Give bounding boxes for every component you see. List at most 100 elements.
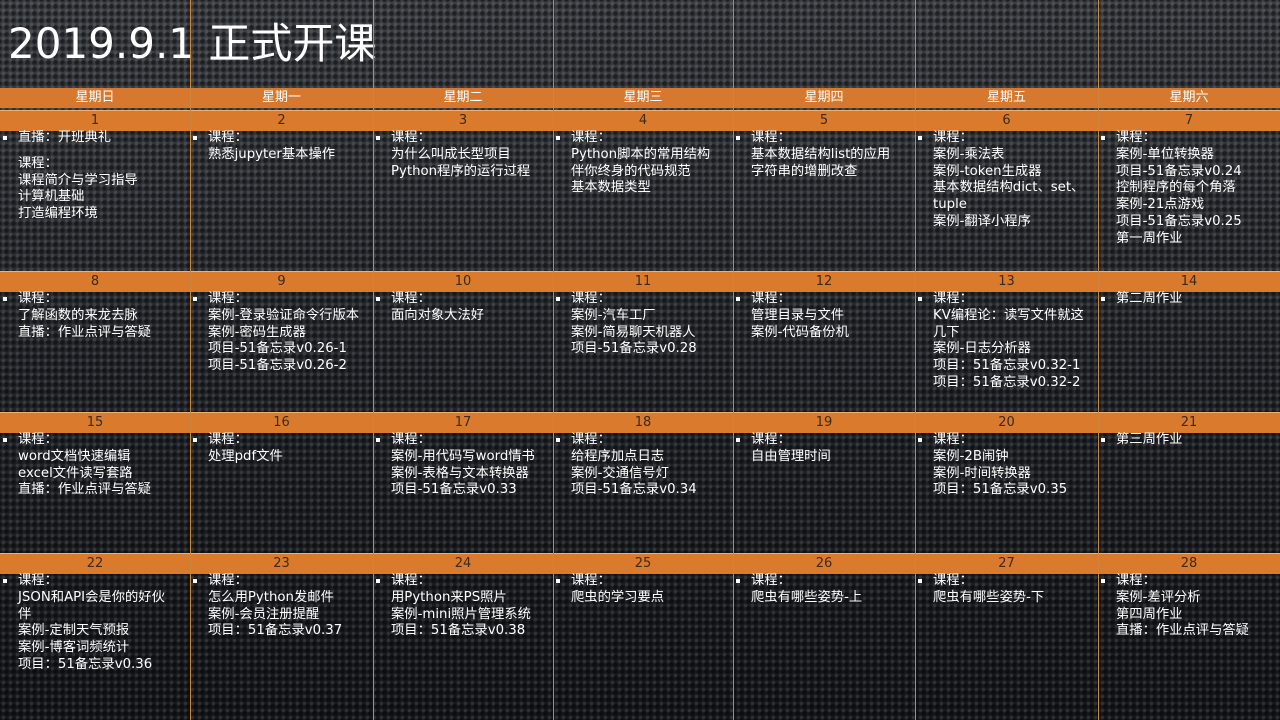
date-number: 16 [273, 415, 290, 430]
date-number: 20 [998, 415, 1015, 430]
list-line: JSON和API会是你的好伙 [18, 589, 165, 605]
bullet-item: 直播：开班典礼 [1, 130, 189, 147]
date-number: 28 [1180, 556, 1198, 571]
list-line: 自由管理时间 [751, 448, 831, 464]
date-number: 5 [819, 113, 829, 128]
list-line: 案例-21点游戏 [1116, 197, 1205, 213]
list-line: 直播：作业点评与答疑 [1116, 623, 1249, 639]
list-line: 基本数据类型 [571, 180, 651, 196]
bullet-item: 课程： [916, 130, 1097, 147]
list-line: 案例-代码备份机 [751, 324, 849, 340]
list-line: 用Python来PS照片 [391, 589, 507, 605]
column-divider [373, 0, 374, 720]
day-cell: 第三周作业 [1099, 432, 1279, 550]
bullet-item: 课程： [554, 291, 732, 308]
weekday-label: 星期日 [75, 90, 115, 105]
list-line: 处理pdf文件 [208, 448, 283, 464]
date-number: 14 [1180, 274, 1198, 289]
list-line: 项目-51备忘录v0.26-2 [208, 358, 347, 374]
bullet-item: 课程： [191, 130, 372, 147]
day-cell: 课程： 案例-乘法表 案例-token生成器 基本数据结构dict、set、 tuple… [916, 130, 1097, 268]
day-cell: 课程： 为什么叫成长型项目 Python程序的运行过程 [374, 130, 552, 268]
list-line: Python程序的运行过程 [391, 163, 531, 179]
list-line: 案例-乘法表 [933, 146, 1005, 162]
day-cell: 课程： KV编程论：读写文件就这 几下 案例-日志分析器 项目：51备忘录v0.32-1… [916, 291, 1097, 409]
date-number: 23 [273, 556, 290, 571]
bullet-item: 第二周作业 [1099, 291, 1279, 308]
list-line: 项目：51备忘录v0.37 [208, 623, 343, 639]
day-cell: 第二周作业 [1099, 291, 1279, 409]
bullet-item: 课程： [374, 573, 552, 590]
date-number: 21 [1180, 415, 1198, 430]
date-number: 26 [815, 556, 833, 571]
bullet-item: 课程： [916, 573, 1097, 590]
list-line: 案例-交通信号灯 [571, 465, 669, 481]
list-line: Python脚本的常用结构 [571, 146, 711, 162]
list-line: 项目：51备忘录v0.38 [391, 623, 526, 639]
bullet-item: 课程： [734, 130, 914, 147]
bullet-item: 课程： [1099, 130, 1279, 147]
list-line: excel文件读写套路 [18, 465, 133, 481]
date-number: 3 [458, 113, 468, 128]
day-cell: 课程： JSON和API会是你的好伙伴案例-定制天气预报 案例-博客词频统计 项目：5… [1, 573, 189, 720]
day-cell: 课程： 给程序加点日志 案例-交通信号灯 项目-51备忘录v0.34 [554, 432, 732, 550]
day-cell: 直播：开班典礼 课程： 课程简介与学习指导 计算机基础 打造编程环境 [1, 130, 189, 268]
list-line: 项目-51备忘录v0.26-1 [208, 341, 347, 357]
list-line: 案例-登录验证命令行版本 [208, 307, 360, 323]
bullet-item: 课程： [374, 432, 552, 449]
date-number-row: 8 9 10 11 12 13 14 [0, 271, 1280, 292]
weekday-label: 星期二 [443, 90, 483, 105]
list-line: KV编程论：读写文件就这 [933, 307, 1084, 323]
day-cell: 课程： 爬虫的学习要点 [554, 573, 732, 720]
bullet-item: 课程： [554, 573, 732, 590]
date-number: 24 [454, 556, 472, 571]
day-cell: 课程： 了解函数的来龙去脉 直播：作业点评与答疑 [1, 291, 189, 409]
day-cell: 课程： 用Python来PS照片 案例-mini照片管理系统 项目：51备忘录v0.3… [374, 573, 552, 720]
list-line: 项目：51备忘录v0.32-1 [933, 358, 1081, 374]
weekday-label: 星期四 [804, 90, 844, 105]
bullet-item: 课程： [734, 573, 914, 590]
day-cell: 课程： 案例-用代码写word情书 案例-表格与文本转换器 项目-51备忘录v0.33 [374, 432, 552, 550]
calendar-grid: 星期日 星期一 星期二 星期三 星期四 星期五 星期六 1 2 3 4 5 6 7 直播：开班典礼 课程：课… [0, 0, 1280, 720]
date-number: 2 [277, 113, 286, 128]
list-line: 案例-博客词频统计 [18, 640, 130, 656]
list-line: 案例-翻译小程序 [933, 213, 1031, 229]
list-line: 项目-51备忘录v0.33 [391, 482, 517, 498]
list-line: 为什么叫成长型项目 [391, 146, 511, 162]
list-line: 项目-51备忘录v0.28 [571, 341, 697, 357]
list-line: 怎么用Python发邮件 [208, 589, 334, 605]
date-number: 27 [998, 556, 1015, 571]
day-cell: 课程： 管理目录与文件 案例-代码备份机 [734, 291, 914, 409]
list-line: 爬虫有哪些姿势-上 [751, 589, 863, 605]
bullet-item: 课程： [916, 291, 1097, 308]
day-cell: 课程： 熟悉jupyter基本操作 [191, 130, 372, 268]
list-line: word文档快速编辑 [18, 448, 131, 464]
bullet-item: 第三周作业 [1099, 432, 1279, 449]
list-line: 了解函数的来龙去脉 [18, 307, 138, 323]
day-cell: 课程： 案例-2B闹钟 案例-时间转换器 项目：51备忘录v0.35 [916, 432, 1097, 550]
list-line: 爬虫的学习要点 [571, 589, 665, 605]
list-line: 案例-差评分析 [1116, 589, 1201, 605]
weekday-label: 星期五 [986, 90, 1026, 105]
column-divider [733, 0, 734, 720]
list-line: 直播：作业点评与答疑 [18, 482, 151, 498]
day-cell: 课程： 案例-登录验证命令行版本 案例-密码生成器 项目-51备忘录v0.26-1 项目… [191, 291, 372, 409]
list-line: 案例-表格与文本转换器 [391, 465, 529, 481]
column-divider [1098, 0, 1099, 720]
list-line: 案例-mini照片管理系统 [391, 606, 531, 622]
date-number: 22 [86, 556, 104, 571]
date-number: 6 [1002, 113, 1011, 128]
list-line: 管理目录与文件 [751, 307, 845, 323]
list-line: 字符串的增删改查 [751, 163, 858, 179]
weekday-label: 星期一 [261, 90, 301, 105]
list-line: 案例-token生成器 [933, 163, 1042, 179]
list-line: 控制程序的每个角落 [1116, 180, 1236, 196]
list-line: 面向对象大法好 [391, 307, 485, 323]
bullet-item: 课程： [1, 291, 189, 308]
list-line: 案例-单位转换器 [1116, 146, 1214, 162]
list-line: 项目：51备忘录v0.36 [18, 656, 153, 672]
date-number: 4 [638, 113, 648, 128]
list-line: 打造编程环境 [18, 206, 98, 222]
list-line: 案例-用代码写word情书 [391, 448, 535, 464]
bullet-item: 课程： [554, 432, 732, 449]
